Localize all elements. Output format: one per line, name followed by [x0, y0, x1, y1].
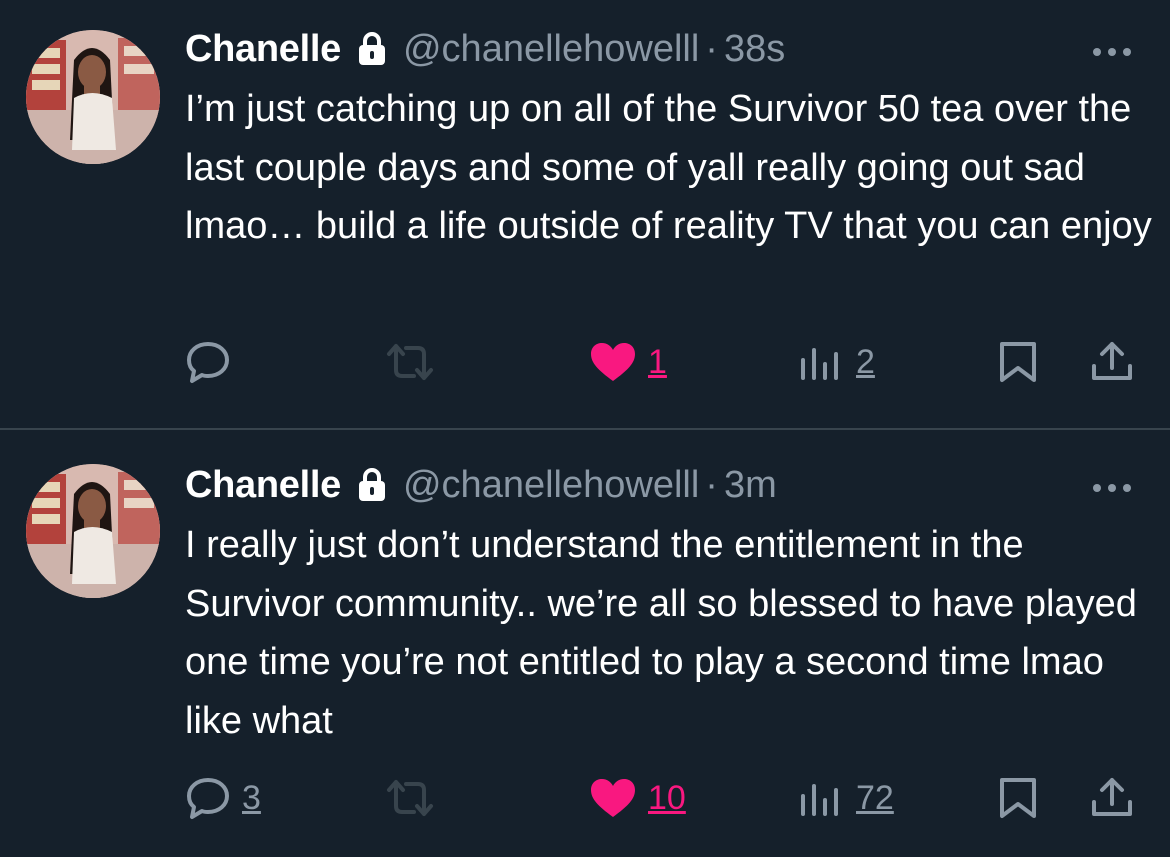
heart-icon: [590, 778, 636, 818]
share-icon: [1090, 776, 1134, 820]
tweet[interactable]: Chanelle @chanellehowelll · 38s I’m just…: [0, 0, 1170, 428]
user-handle[interactable]: @chanellehowelll: [403, 28, 699, 71]
timestamp[interactable]: 3m: [724, 464, 777, 507]
more-icon[interactable]: [1092, 480, 1132, 490]
like-count[interactable]: 1: [648, 343, 667, 382]
more-icon[interactable]: [1092, 44, 1132, 54]
bookmark-icon: [998, 340, 1038, 384]
separator: ·: [705, 463, 718, 506]
retweet-button[interactable]: [386, 768, 434, 828]
views-icon: [798, 342, 844, 382]
share-button[interactable]: [1090, 332, 1134, 392]
lock-icon: [357, 467, 387, 503]
tweet-header: Chanelle @chanellehowelll · 3m: [185, 460, 1140, 510]
reply-button[interactable]: 3: [186, 768, 261, 828]
view-count[interactable]: 2: [856, 343, 875, 382]
tweet[interactable]: Chanelle @chanellehowelll · 3m I really …: [0, 430, 1170, 857]
tweet-actions: 1 2: [0, 332, 1170, 392]
retweet-icon: [386, 776, 434, 820]
tweet-header: Chanelle @chanellehowelll · 38s: [185, 24, 1140, 74]
like-count[interactable]: 10: [648, 779, 686, 818]
lock-icon: [357, 31, 387, 67]
retweet-button[interactable]: [386, 332, 434, 392]
avatar[interactable]: [26, 30, 160, 164]
heart-icon: [590, 342, 636, 382]
separator: ·: [705, 27, 718, 70]
bookmark-button[interactable]: [998, 332, 1038, 392]
tweet-actions: 3 10 72: [0, 768, 1170, 828]
like-button[interactable]: 1: [590, 332, 667, 392]
share-button[interactable]: [1090, 768, 1134, 828]
views-icon: [798, 778, 844, 818]
bookmark-icon: [998, 776, 1038, 820]
user-handle[interactable]: @chanellehowelll: [403, 464, 699, 507]
view-count[interactable]: 72: [856, 779, 894, 818]
share-icon: [1090, 340, 1134, 384]
views-button[interactable]: 72: [798, 768, 894, 828]
avatar[interactable]: [26, 464, 160, 598]
bookmark-button[interactable]: [998, 768, 1038, 828]
views-button[interactable]: 2: [798, 332, 875, 392]
display-name[interactable]: Chanelle: [185, 464, 341, 507]
retweet-icon: [386, 340, 434, 384]
reply-button[interactable]: [186, 332, 230, 392]
like-button[interactable]: 10: [590, 768, 686, 828]
tweet-text: I’m just catching up on all of the Survi…: [185, 88, 1152, 247]
reply-icon: [186, 776, 230, 820]
timestamp[interactable]: 38s: [724, 28, 785, 71]
display-name[interactable]: Chanelle: [185, 28, 341, 71]
reply-icon: [186, 340, 230, 384]
reply-count[interactable]: 3: [242, 779, 261, 818]
tweet-text: I really just don’t understand the entit…: [185, 524, 1137, 742]
